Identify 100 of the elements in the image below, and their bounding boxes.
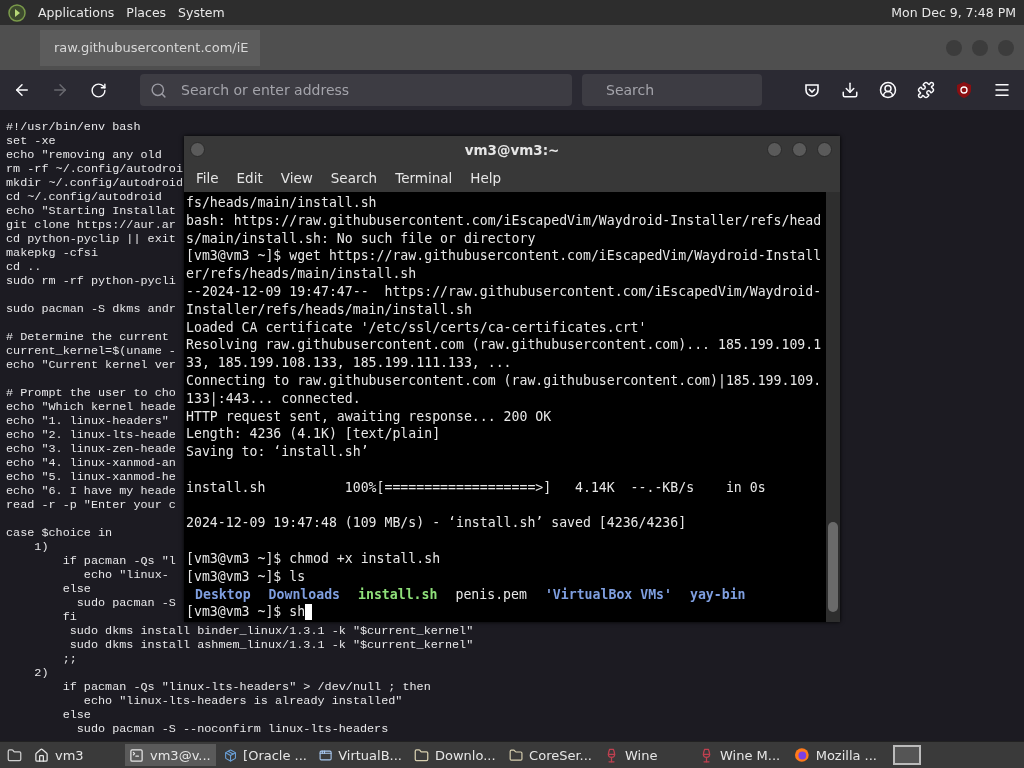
code-line: rm -rf ~/.config/autodroi (6, 162, 183, 176)
window-icon (319, 747, 333, 763)
menu-item[interactable]: Terminal (387, 169, 461, 186)
code-line: sudo dkms install ashmem_linux/1.3.1 -k "$current_kernel" (68, 638, 474, 652)
terminal-line: Resolving raw.githubusercontent.com (raw.githubusercontent.com)... 185.199.109.1 (186, 336, 823, 355)
taskbar-item[interactable]: vm3 (30, 744, 121, 766)
terminal-line: [vm3@vm3 ~]$ ls (186, 567, 307, 586)
taskbar-item[interactable]: [Oracle ... (220, 744, 311, 766)
reload-icon (89, 81, 107, 99)
workspace-switcher[interactable] (893, 745, 921, 765)
menu-item[interactable]: File (188, 169, 227, 186)
code-line: if pacman -Qs "linux-lts-headers" > /dev/null ; then (61, 680, 431, 694)
terminal-line: [vm3@vm3 ~]$ sh (186, 603, 306, 622)
code-line: cd .. (6, 260, 42, 274)
terminal-line: [vm3@vm3 ~]$ wget https://raw.githubusercontent.com/iEscapedVim/Waydroid-Install (186, 247, 823, 266)
terminal-line: Length: 4236 (4.1K) [text/plain] (186, 425, 442, 444)
code-line: echo "Which kernel heade (6, 400, 176, 414)
terminal-line: Saving to: ‘install.sh’ (186, 443, 370, 461)
code-line: current_kernel=$(uname - (6, 344, 176, 358)
code-line: set -xe (6, 134, 56, 148)
account-icon (879, 81, 897, 99)
menu-item[interactable]: View (272, 169, 321, 186)
taskbar-item[interactable]: Downlo... (410, 744, 501, 766)
panel-menu[interactable]: System (178, 5, 225, 20)
code-line: else (61, 582, 91, 596)
code-line: echo "3. linux-zen-heade (6, 442, 176, 456)
terminal-line: Connecting to raw.githubusercontent.com (raw.githubusercontent.com)|185.199.109. (186, 371, 823, 390)
terminal-line: Installer/refs/heads/main/install.sh (186, 300, 473, 319)
file-name: yay-bin (689, 585, 746, 604)
terminal-line: bash: https://raw.githubusercontent.com/iEscapedVim/Waydroid-Installer/refs/head (186, 211, 823, 230)
code-line: sudo pacman -S dkms andr (6, 302, 176, 316)
taskbar-item[interactable]: Wine (600, 744, 691, 766)
code-line: fi (61, 610, 77, 624)
code-line: cd python-pyclip || exit (6, 232, 176, 246)
fox-globe-icon (794, 747, 810, 763)
terminal-line: --2024-12-09 19:47:47-- https://raw.githubusercontent.com/iEscapedVim/Waydroid- (186, 283, 823, 301)
file-name: Downloads (268, 585, 341, 604)
code-line: sudo pacman -S (75, 596, 176, 610)
file-name: Desktop (195, 585, 251, 604)
browser-tab[interactable]: raw.githubusercontent.com/iE (40, 29, 260, 66)
code-line: # Determine the current (6, 330, 169, 344)
code-line: case $choice in (6, 526, 113, 540)
terminal-line: er/refs/heads/main/install.sh (186, 265, 418, 283)
taskbar-item[interactable]: vm3@v... (125, 744, 216, 766)
terminal-icon (129, 747, 144, 763)
panel-menu[interactable]: Places (126, 5, 167, 20)
code-line: makepkg -cfsi (6, 246, 99, 260)
terminal-line: s/main/install.sh: No such file or directory (186, 229, 537, 248)
code-line: echo "removing any old (6, 148, 162, 162)
folder-icon (414, 747, 429, 763)
code-line: sudo pacman -S --noconfirm linux-lts-headers (75, 722, 389, 736)
menu-icon (993, 81, 1011, 99)
search-bar[interactable]: Search (582, 74, 762, 106)
code-line: echo "5. linux-xanmod-he (6, 470, 176, 484)
terminal-line: 133|:443... connected. (186, 389, 362, 408)
file-name: penis.pem (455, 585, 527, 604)
address-bar[interactable]: Search or enter address (140, 74, 572, 106)
menu-item[interactable]: Help (462, 169, 510, 186)
taskbar-item[interactable]: VirtualB... (315, 744, 406, 766)
code-line: ;; (61, 652, 77, 666)
code-line: cd ~/.config/autodroid (6, 190, 162, 204)
pocket-icon (803, 81, 821, 99)
home-folder-icon (34, 747, 49, 763)
menu-item[interactable]: Search (322, 169, 386, 186)
taskbar-item[interactable]: CoreSer... (505, 744, 596, 766)
code-line: read -r -p "Enter your c (6, 498, 176, 512)
code-line: else (61, 708, 91, 722)
code-line: echo "2. linux-lts-heade (6, 428, 176, 442)
panel-menu[interactable]: Applications (38, 5, 115, 20)
terminal-line: 2024-12-09 19:47:48 (109 MB/s) - ‘install.sh’ saved [4236/4236] (186, 514, 688, 533)
scrollbar[interactable] (826, 192, 840, 622)
code-line: echo "4. linux-xanmod-an (6, 456, 176, 470)
code-line: echo "Starting Installat (6, 204, 176, 218)
code-line: #!/usr/bin/env bash (6, 120, 141, 134)
code-line: if pacman -Qs "l (61, 554, 176, 568)
code-line: echo "linux- (82, 568, 169, 582)
taskbar-item[interactable]: Mozilla ... (790, 744, 881, 766)
terminal-line: [vm3@vm3 ~]$ chmod +x install.sh (186, 549, 442, 568)
file-name: 'VirtualBox VMs' (544, 585, 672, 604)
code-line: sudo dkms install binder_linux/1.3.1 -k "$current_kernel" (68, 624, 474, 638)
address-input[interactable]: Search or enter address (179, 81, 562, 99)
code-line: echo "6. I have my heade (6, 484, 176, 498)
forward-arrow-icon (51, 81, 69, 99)
code-line: mkdir ~/.config/autodroid (6, 176, 183, 190)
terminal-line: 33, 185.199.108.133, 185.199.111.133, ... (186, 354, 513, 372)
clock: Mon Dec 9, 7:48 PM (891, 5, 1016, 20)
code-line: 2) (33, 666, 49, 680)
code-line: echo "Current kernel ver (6, 358, 176, 372)
search-icon (150, 81, 167, 99)
puzzle-icon (917, 81, 935, 99)
code-line: echo "1. linux-headers" (6, 414, 169, 428)
terminal-line: install.sh 100%[===================>] 4.14K --.-KB/s in 0s (186, 478, 767, 497)
distro-logo-icon[interactable] (8, 3, 26, 22)
taskbar-item[interactable]: Wine M... (695, 744, 786, 766)
terminal-line: HTTP request sent, awaiting response... 200 OK (186, 407, 553, 426)
terminal-line: Loaded CA certificate '/etc/ssl/certs/ca-certificates.crt' (186, 318, 648, 337)
shield-icon (955, 81, 973, 99)
menu-item[interactable]: Edit (228, 169, 271, 186)
package-icon (224, 747, 238, 763)
file-name: install.sh (358, 585, 438, 604)
